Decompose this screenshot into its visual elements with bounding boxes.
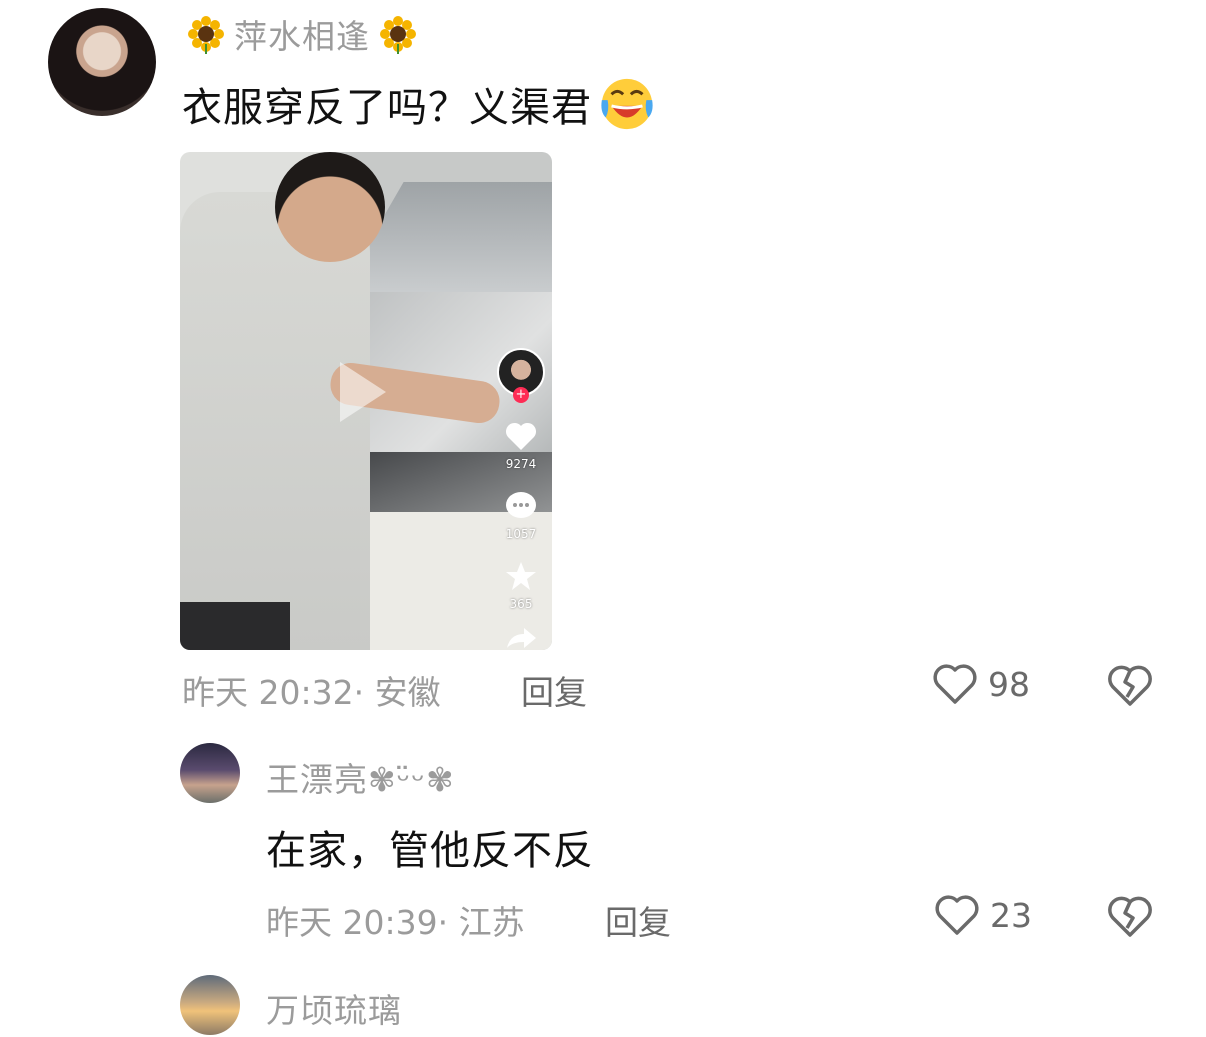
comment-time-location: 昨天 20:32· 安徽: [182, 673, 441, 712]
reply-dislike-button[interactable]: [1106, 893, 1154, 943]
star-icon: [506, 562, 536, 590]
broken-heart-icon: [1108, 665, 1152, 706]
person-pants: [180, 602, 290, 650]
video-like-count: 9274: [505, 457, 537, 471]
video-favorite-count: 365: [509, 597, 533, 611]
video-thumbnail[interactable]: + 9274 1057 365: [180, 152, 552, 650]
heart-outline-icon: [935, 895, 979, 935]
avatar[interactable]: [48, 8, 156, 116]
heart-icon: [505, 422, 537, 450]
broken-heart-icon: [1108, 896, 1152, 937]
username-row[interactable]: 萍水相逢: [186, 10, 418, 58]
reply-like-count: 23: [990, 895, 1032, 935]
comment-text: 衣服穿反了吗？义渠君: [182, 85, 592, 131]
reply-text: 在家，管他反不反: [266, 828, 594, 874]
comment-text-row: 衣服穿反了吗？义渠君: [182, 72, 656, 136]
person-head: [275, 152, 385, 262]
share-arrow-icon: [507, 628, 536, 648]
next-comment-username[interactable]: 万顷琉璃: [266, 984, 402, 1032]
like-button[interactable]: 98: [932, 662, 1030, 706]
heart-outline-icon: [933, 664, 977, 704]
comment-username[interactable]: 萍水相逢: [234, 10, 370, 58]
reply-username[interactable]: 王漂亮✾ᵕ̈ᵕ✾: [266, 753, 455, 801]
reply-button[interactable]: 回复: [521, 666, 587, 714]
follow-plus-icon: +: [513, 387, 529, 403]
reply-time-location: 昨天 20:39· 江苏: [266, 903, 525, 942]
reply-avatar[interactable]: [180, 743, 240, 803]
video-like: 9274: [496, 420, 546, 471]
next-comment-avatar[interactable]: [180, 975, 240, 1035]
reply-reply-button[interactable]: 回复: [605, 896, 671, 944]
sunflower-icon: [188, 16, 224, 54]
comment-bubble-icon: [506, 492, 536, 518]
video-favorite: 365: [496, 560, 546, 611]
video-comment: 1057: [496, 490, 546, 541]
share-icon: [496, 624, 546, 650]
like-count: 98: [988, 664, 1030, 704]
dislike-button[interactable]: [1106, 662, 1154, 712]
sunflower-icon: [380, 16, 416, 54]
video-comment-count: 1057: [505, 527, 537, 541]
laughing-tears-icon: [601, 78, 653, 130]
reply-like-button[interactable]: 23: [934, 893, 1032, 937]
play-icon[interactable]: [340, 362, 386, 422]
video-author-avatar: +: [496, 348, 546, 403]
